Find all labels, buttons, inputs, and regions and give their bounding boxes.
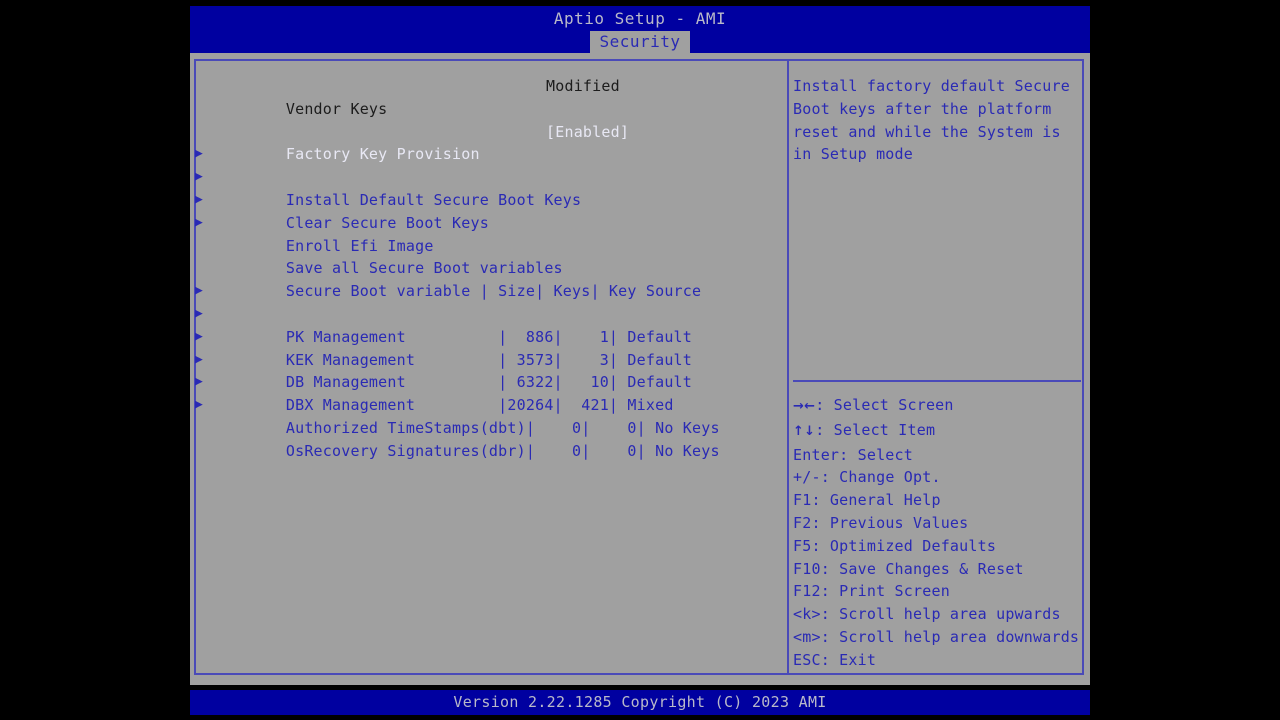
legend-item-text: : Select Screen xyxy=(815,396,954,414)
settings-panel: Vendor Keys Modified Factory Key Provisi… xyxy=(195,75,782,665)
f12-key: F12 xyxy=(793,582,821,601)
legend-item-select-screen: →←: Select Screen xyxy=(793,394,1081,419)
legend-item-text: : Select xyxy=(839,445,914,464)
legend-item-text: : Print Screen xyxy=(820,582,950,601)
submenu-arrow-icon: ▶ xyxy=(195,328,204,344)
submenu-arrow-icon: ▶ xyxy=(195,374,204,390)
legend-item-previous-values: F2: Previous Values xyxy=(793,512,1081,535)
submenu-arrow-icon: ▶ xyxy=(195,351,204,367)
secure-boot-table-header: Secure Boot variable | Size| Keys| Key S… xyxy=(212,257,782,300)
help-text-line: reset and while the System is xyxy=(793,122,1061,141)
legend-item-exit: ESC: Exit xyxy=(793,649,1081,672)
f1-key: F1 xyxy=(793,491,812,510)
row-factory-key-provision[interactable]: Factory Key Provision [Enabled] xyxy=(212,121,782,164)
legend-item-text: : Scroll help area downwards xyxy=(820,627,1080,646)
table-row[interactable]: ▶ OsRecovery Signatures(dbr)| 0| 0| No K… xyxy=(195,394,782,460)
submenu-arrow-icon: ▶ xyxy=(195,305,204,321)
table-row-text: Authorized TimeStamps(dbt)| 0| 0| No Key… xyxy=(285,418,720,437)
help-text-line: Install factory default Secure xyxy=(793,77,1070,95)
table-row[interactable]: ▶ Authorized TimeStamps(dbt)| 0| 0| No K… xyxy=(195,371,782,437)
footer-bar: Version 2.22.1285 Copyright (C) 2023 AMI xyxy=(190,690,1090,715)
bios-setup-screen: Aptio Setup - AMI Security Vendor Keys M… xyxy=(190,0,1090,720)
table-row-text: OsRecovery Signatures(dbr)| 0| 0| No Key… xyxy=(285,441,720,460)
menu-item-label: Enroll Efi Image xyxy=(285,236,434,255)
submenu-arrow-icon: ▶ xyxy=(195,214,204,230)
legend-item-scroll-help-down: <m>: Scroll help area downwards xyxy=(793,626,1081,649)
legend-item-select-item: ↑↓: Select Item xyxy=(793,419,1081,444)
key-legend: →←: Select Screen ↑↓: Select Item Enter:… xyxy=(793,394,1081,672)
menu-item-enroll-efi-image[interactable]: ▶ Enroll Efi Image xyxy=(195,189,782,255)
vendor-keys-value: Modified xyxy=(546,77,620,95)
menu-item-save-all-secure-boot-variables[interactable]: ▶ Save all Secure Boot variables xyxy=(195,212,782,278)
table-row[interactable]: ▶ PK Management | 886| 1| Default xyxy=(195,280,782,346)
enter-key: Enter xyxy=(793,445,840,464)
arrows-left-right-icon: →← xyxy=(793,399,816,414)
help-text-line: in Setup mode xyxy=(793,145,913,164)
legend-item-text: : Change Opt. xyxy=(820,468,941,487)
legend-item-change-opt: +/-: Change Opt. xyxy=(793,466,1081,489)
scroll-down-key: <m> xyxy=(793,627,821,646)
table-row[interactable]: ▶ DBX Management |20264| 421| Mixed xyxy=(195,349,782,415)
app-title: Aptio Setup - AMI xyxy=(553,9,727,28)
legend-item-scroll-help-up: <k>: Scroll help area upwards xyxy=(793,603,1081,626)
esc-key: ESC xyxy=(793,650,821,669)
tab-security[interactable]: Security xyxy=(590,31,690,53)
help-separator xyxy=(793,380,1081,382)
tab-bar: Security xyxy=(190,31,1090,53)
f5-key: F5 xyxy=(793,536,812,555)
help-text-line: Boot keys after the platform xyxy=(793,99,1052,118)
submenu-arrow-icon: ▶ xyxy=(195,191,204,207)
row-vendor-keys: Vendor Keys Modified xyxy=(212,75,782,118)
legend-item-save-changes-reset: F10: Save Changes & Reset xyxy=(793,558,1081,581)
table-row[interactable]: ▶ DB Management | 6322| 10| Default xyxy=(195,326,782,392)
scroll-up-key: <k> xyxy=(793,605,821,624)
submenu-arrow-icon: ▶ xyxy=(195,146,204,162)
help-panel: Install factory default Secure Boot keys… xyxy=(793,75,1081,669)
legend-item-text: : Optimized Defaults xyxy=(811,536,997,555)
submenu-arrow-icon: ▶ xyxy=(195,397,204,413)
submenu-arrow-icon: ▶ xyxy=(195,283,204,299)
legend-item-print-screen: F12: Print Screen xyxy=(793,580,1081,603)
legend-item-text: : Previous Values xyxy=(811,513,969,532)
factory-key-provision-value[interactable]: [Enabled] xyxy=(546,121,629,144)
menu-item-install-default-secure-boot-keys[interactable]: ▶ Install Default Secure Boot Keys xyxy=(195,143,782,209)
table-row[interactable]: ▶ KEK Management | 3573| 3| Default xyxy=(195,303,782,369)
vendor-keys-label: Vendor Keys xyxy=(285,99,388,118)
plus-minus-key: +/- xyxy=(793,468,821,487)
legend-item-text: : Save Changes & Reset xyxy=(820,559,1024,578)
legend-item-text: : General Help xyxy=(811,491,941,510)
legend-item-optimized-defaults: F5: Optimized Defaults xyxy=(793,535,1081,558)
f2-key: F2 xyxy=(793,513,812,532)
legend-item-select: Enter: Select xyxy=(793,444,1081,467)
arrows-up-down-icon: ↑↓ xyxy=(793,423,816,439)
legend-item-text: : Exit xyxy=(820,650,877,669)
legend-item-general-help: F1: General Help xyxy=(793,489,1081,512)
menu-item-clear-secure-boot-keys[interactable]: ▶ Clear Secure Boot Keys xyxy=(195,166,782,232)
legend-item-text: : Scroll help area upwards xyxy=(820,605,1061,624)
submenu-arrow-icon: ▶ xyxy=(195,169,204,185)
panel-divider xyxy=(787,59,789,675)
legend-item-text: : Select Item xyxy=(815,420,936,439)
main-body: Vendor Keys Modified Factory Key Provisi… xyxy=(190,53,1090,685)
title-bar: Aptio Setup - AMI Security xyxy=(190,6,1090,53)
version-copyright-text: Version 2.22.1285 Copyright (C) 2023 AMI xyxy=(453,693,827,711)
f10-key: F10 xyxy=(793,559,821,578)
